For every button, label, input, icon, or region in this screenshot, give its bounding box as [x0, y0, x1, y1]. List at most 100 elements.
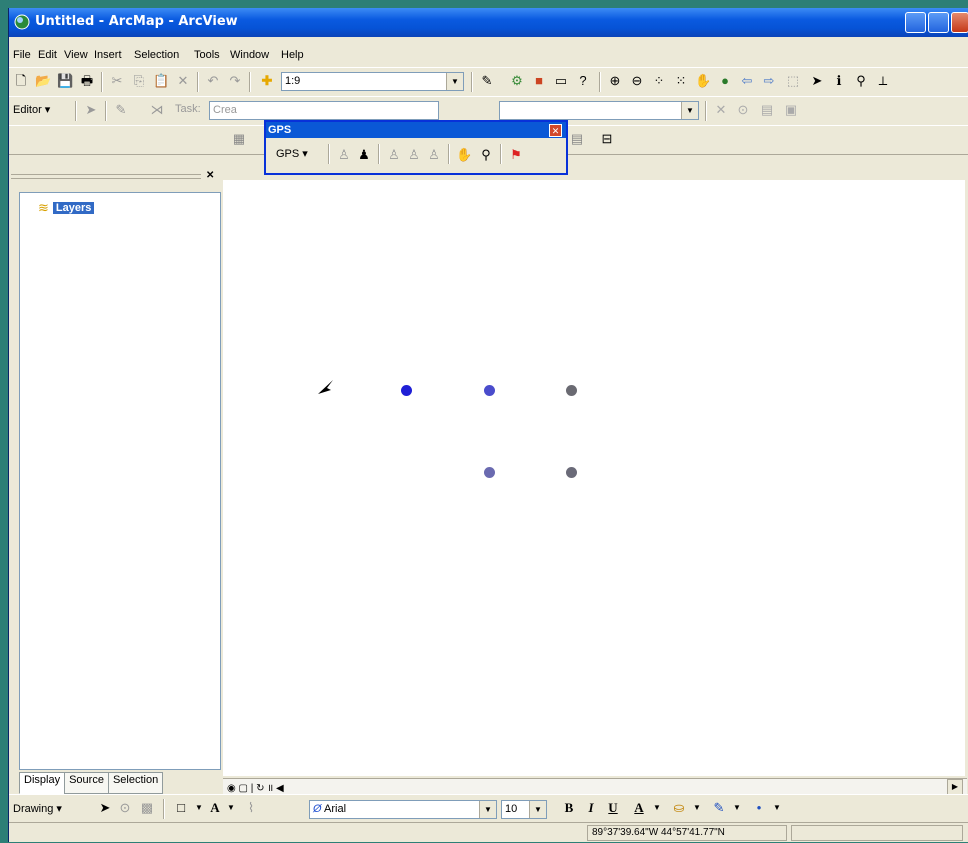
editor-toolbar-icon[interactable]: ✎	[479, 73, 495, 89]
bold-button[interactable]: B	[561, 800, 577, 816]
gps-point[interactable]	[484, 385, 495, 396]
toolbox-icon[interactable]: ■	[531, 73, 547, 89]
forward-arrow-icon[interactable]: ⇨	[761, 73, 777, 89]
gps-point[interactable]	[566, 385, 577, 396]
measure-icon[interactable]: ⟂	[875, 73, 891, 89]
chevron-down-icon[interactable]: ▼	[479, 801, 496, 818]
editor-menu[interactable]: Editor ▾	[13, 103, 50, 116]
sketch-pencil-icon[interactable]: ✎	[113, 102, 129, 118]
menu-edit[interactable]: Edit	[38, 49, 57, 61]
back-arrow-icon[interactable]: ⇦	[739, 73, 755, 89]
chevron-down-icon[interactable]: ▼	[223, 800, 239, 816]
full-extent-globe-icon[interactable]: ●	[717, 73, 733, 89]
view-toggle-icons[interactable]: ◉ ▢ | ↻ ॥ ◀	[227, 780, 284, 794]
menu-selection[interactable]: Selection	[134, 49, 179, 61]
command-line-icon[interactable]: ▭	[553, 73, 569, 89]
chevron-down-icon[interactable]: ▼	[681, 102, 698, 119]
gps-pause-icon[interactable]: ♙	[426, 147, 442, 163]
chevron-down-icon[interactable]: ▼	[689, 800, 705, 816]
italic-button[interactable]: I	[583, 800, 599, 816]
fixed-zoom-in-icon[interactable]: ⁘	[651, 73, 667, 89]
fixed-zoom-out-icon[interactable]: ⁙	[673, 73, 689, 89]
zoom-out-icon[interactable]: ⊖	[629, 73, 645, 89]
gps-pan-to-icon[interactable]: ✋	[456, 147, 472, 163]
chevron-down-icon[interactable]: ▼	[529, 801, 546, 818]
new-text-icon[interactable]: A	[207, 800, 223, 816]
horizontal-scrollbar[interactable]: ◉ ▢ | ↻ ॥ ◀ ▶	[223, 778, 967, 795]
redo-icon[interactable]: ↷	[227, 73, 243, 89]
gps-zoom-to-icon[interactable]: ⚲	[478, 147, 494, 163]
cut-icon[interactable]: ✂	[109, 73, 125, 89]
chevron-down-icon[interactable]: ▼	[446, 73, 463, 90]
font-color-button[interactable]: A	[631, 800, 647, 816]
add-data-icon[interactable]: ✚	[259, 73, 275, 89]
underline-button[interactable]: U	[605, 800, 621, 816]
chevron-down-icon[interactable]: ▼	[729, 800, 745, 816]
fill-color-icon[interactable]: ⛀	[671, 800, 687, 816]
font-size-combo[interactable]: 10 ▼	[501, 800, 547, 819]
identify-icon[interactable]: ℹ	[831, 73, 847, 89]
circle-tool-icon[interactable]: ⊙	[735, 102, 751, 118]
close-button[interactable]	[951, 12, 968, 33]
chevron-down-icon[interactable]: ▼	[649, 800, 665, 816]
undo-icon[interactable]: ↶	[205, 73, 221, 89]
arctoolbox-icon[interactable]: ⚙	[509, 73, 525, 89]
tab-selection[interactable]: Selection	[107, 772, 164, 794]
edit-tool-arrow-icon[interactable]: ➤	[83, 102, 99, 118]
select-elements-arrow-icon[interactable]: ➤	[809, 73, 825, 89]
gps-menu[interactable]: GPS ▾	[276, 147, 308, 160]
copy-icon[interactable]: ⎘	[131, 73, 147, 89]
data-view-icon[interactable]: ⊟	[599, 131, 615, 147]
gps-flag-icon[interactable]: ⚑	[508, 147, 524, 163]
layout-tool-icon[interactable]: ▦	[231, 131, 247, 147]
delete-icon[interactable]: ✕	[175, 73, 191, 89]
gps-point[interactable]	[566, 467, 577, 478]
whats-this-icon[interactable]: ?	[575, 73, 591, 89]
map-scale-combo[interactable]: 1:9 ▼	[281, 72, 464, 91]
gps-point-current[interactable]	[401, 385, 412, 396]
new-document-icon[interactable]: 🗋	[13, 73, 29, 89]
zoom-whole-page-icon[interactable]: ▩	[139, 800, 155, 816]
menu-tools[interactable]: Tools	[194, 49, 220, 61]
gps-log-icon[interactable]: ♟	[356, 147, 372, 163]
maximize-button[interactable]	[928, 12, 949, 33]
find-binoculars-icon[interactable]: ⚲	[853, 73, 869, 89]
minimize-button[interactable]	[905, 12, 926, 33]
scroll-right-icon[interactable]: ▶	[947, 779, 963, 795]
attributes-icon[interactable]: ▤	[759, 102, 775, 118]
map-display[interactable]	[223, 180, 967, 776]
layout-view-icon[interactable]: ▤	[569, 131, 585, 147]
menu-window[interactable]: Window	[230, 49, 269, 61]
font-name-combo[interactable]: Ø Arial ▼	[309, 800, 497, 819]
marker-color-icon[interactable]: •	[751, 800, 767, 816]
menu-view[interactable]: View	[64, 49, 88, 61]
pan-hand-icon[interactable]: ✋	[695, 73, 711, 89]
layers-node[interactable]: ≋ Layers	[38, 200, 95, 216]
select-elements-icon[interactable]: ➤	[97, 800, 113, 816]
gps-close-icon[interactable]: ✕	[549, 124, 562, 137]
chevron-down-icon[interactable]: ▼	[191, 800, 207, 816]
menu-file[interactable]: File	[13, 49, 31, 61]
edit-vertices-icon[interactable]: ⌇	[243, 800, 259, 816]
tab-display[interactable]: Display	[19, 772, 66, 794]
line-color-icon[interactable]: ✎	[711, 800, 727, 816]
sketch-properties-icon[interactable]: ✕	[713, 102, 729, 118]
rectangle-tool-icon[interactable]: □	[173, 800, 189, 816]
drawing-menu[interactable]: Drawing ▾	[13, 802, 62, 815]
paste-icon[interactable]: 📋	[153, 73, 169, 89]
rotate-icon[interactable]: ⊙	[117, 800, 133, 816]
gps-streaming-icon[interactable]: ♙	[386, 147, 402, 163]
zoom-in-icon[interactable]: ⊕	[607, 73, 623, 89]
select-features-icon[interactable]: ⬚	[785, 73, 801, 89]
toc-grip[interactable]	[11, 174, 201, 179]
target-layer-combo[interactable]: ▼	[499, 101, 699, 120]
chevron-down-icon[interactable]: ▼	[769, 800, 785, 816]
gps-stop-icon[interactable]: ♙	[406, 147, 422, 163]
task-combo[interactable]: Crea	[209, 101, 439, 120]
split-tool-icon[interactable]: ⋊	[149, 102, 165, 118]
print-icon[interactable]: 🖶	[79, 73, 95, 89]
save-icon[interactable]: 💾	[57, 73, 73, 89]
gps-toolbar-window[interactable]: GPS ✕ GPS ▾ ♙ ♟ ♙ ♙ ♙ ✋ ⚲ ⚑	[264, 120, 568, 175]
gps-point[interactable]	[484, 467, 495, 478]
gps-connect-icon[interactable]: ♙	[336, 147, 352, 163]
